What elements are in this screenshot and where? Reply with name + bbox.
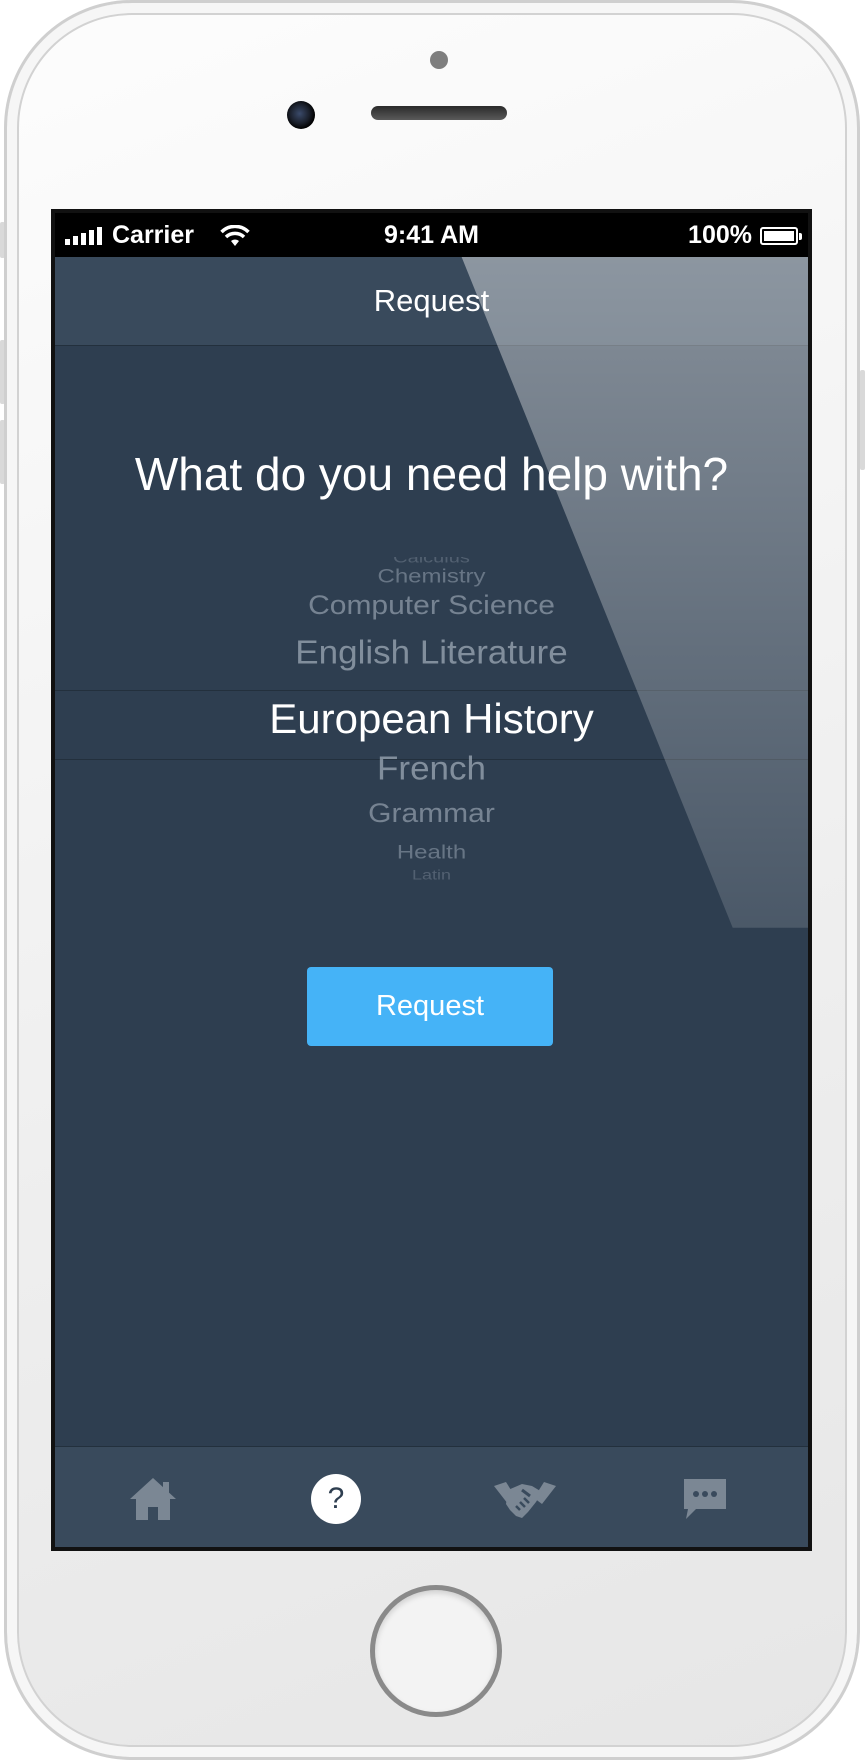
picker-item[interactable]: English Literature <box>55 634 808 672</box>
question-heading: What do you need help with? <box>134 448 729 500</box>
handshake-icon <box>494 1482 556 1518</box>
picker-selection-top-line <box>55 690 808 691</box>
screen: Carrier 9:41 AM 100% Request What do you… <box>51 209 812 1551</box>
picker-item[interactable]: Health <box>55 842 808 865</box>
home-icon <box>130 1478 176 1520</box>
page-title: Request <box>373 283 490 318</box>
front-camera <box>287 101 315 129</box>
tab-messages[interactable] <box>675 1469 735 1529</box>
picker-item[interactable]: Latin <box>55 868 808 884</box>
home-button[interactable] <box>370 1585 502 1717</box>
battery-percent: 100% <box>688 221 752 249</box>
tab-help[interactable]: ? <box>306 1469 366 1529</box>
picker-item[interactable]: Grammar <box>55 799 808 829</box>
subject-picker[interactable]: Calculus Chemistry Computer Science English… <box>55 557 808 897</box>
earpiece-speaker <box>371 106 507 120</box>
picker-item[interactable]: Chemistry <box>55 566 808 589</box>
power-button <box>860 370 865 470</box>
status-bar: Carrier 9:41 AM 100% <box>55 213 808 257</box>
tab-bar: ? <box>55 1446 808 1547</box>
battery-icon <box>760 226 802 245</box>
request-button[interactable]: Request <box>307 967 553 1046</box>
chat-icon <box>684 1479 726 1519</box>
help-icon: ? <box>311 1474 361 1524</box>
proximity-sensor <box>430 51 448 69</box>
navigation-bar: Request <box>55 257 808 346</box>
tab-matches[interactable] <box>490 1469 560 1529</box>
picker-item[interactable]: Computer Science <box>55 591 808 621</box>
help-icon-label: ? <box>327 1482 345 1515</box>
picker-item-selected[interactable]: European History <box>55 695 808 743</box>
tab-home[interactable] <box>123 1469 183 1529</box>
request-screen: Request What do you need help with? Calc… <box>55 257 808 1547</box>
picker-item[interactable]: French <box>55 750 808 788</box>
